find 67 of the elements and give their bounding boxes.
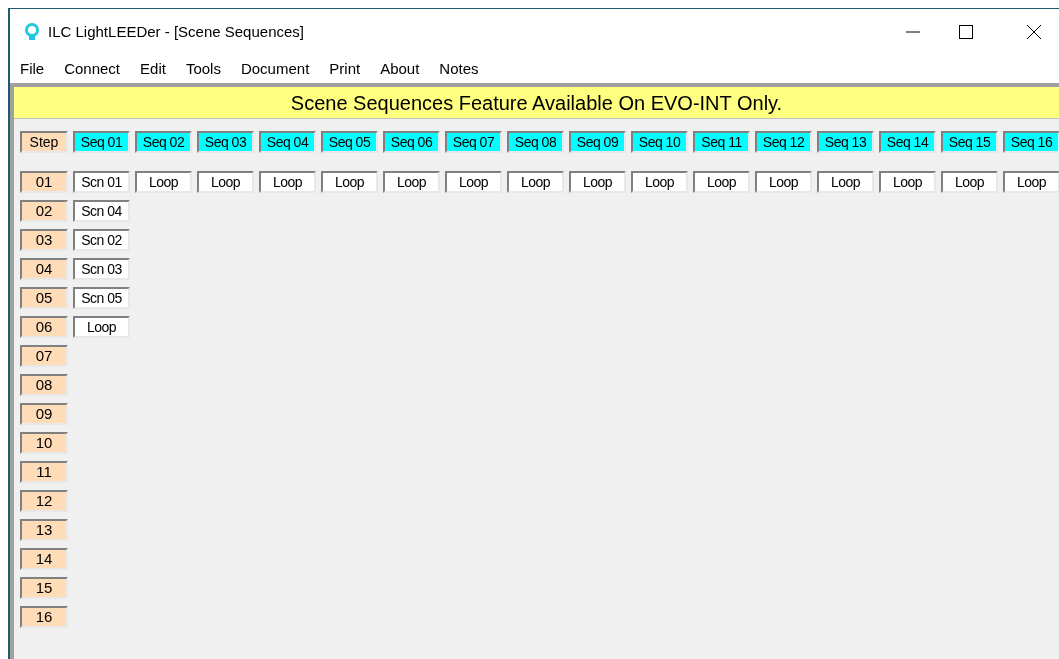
banner: Scene Sequences Feature Available On EVO-INT Only. [14,87,1059,119]
sequence-header[interactable]: Seq 01 [73,131,130,153]
maximize-icon[interactable] [959,25,973,39]
sequence-header[interactable]: Seq 05 [321,131,378,153]
sequence-header[interactable]: Seq 13 [817,131,874,153]
step-number: 13 [20,519,68,541]
sequence-header[interactable]: Seq 08 [507,131,564,153]
menu-item[interactable]: Connect [64,57,121,81]
sequence-field[interactable]: Loop [755,171,812,193]
sequence-field[interactable]: Loop [631,171,688,193]
step-header: Step [20,131,68,153]
sequence-field[interactable]: Loop [383,171,440,193]
menu-item[interactable]: Print [329,57,361,81]
sequence-header[interactable]: Seq 09 [569,131,626,153]
step-number: 03 [20,229,68,251]
sequence-header[interactable]: Seq 10 [631,131,688,153]
sequence-field[interactable]: Loop [817,171,874,193]
sequence-header[interactable]: Seq 14 [879,131,936,153]
sequence-header[interactable]: Seq 12 [755,131,812,153]
step-number: 04 [20,258,68,280]
step-number: 10 [20,432,68,454]
sequence-field[interactable]: Loop [693,171,750,193]
sequence-header[interactable]: Seq 16 [1003,131,1059,153]
sequence-field[interactable]: Loop [1003,171,1059,193]
sequence-header[interactable]: Seq 02 [135,131,192,153]
menu-item[interactable]: Document [240,57,310,81]
menu-item[interactable]: Edit [140,57,166,81]
sequence-field[interactable]: Loop [569,171,626,193]
sequence-header[interactable]: Seq 07 [445,131,502,153]
menu-item[interactable]: Notes [439,57,479,81]
sequence-field[interactable]: Scn 05 [73,287,130,309]
close-icon[interactable] [1027,25,1041,39]
step-number: 14 [20,548,68,570]
step-number: 06 [20,316,68,338]
step-number: 07 [20,345,68,367]
menu-item[interactable]: Tools [185,57,221,81]
sequence-field[interactable]: Loop [941,171,998,193]
menu-item[interactable]: About [380,57,420,81]
sequence-field[interactable]: Loop [259,171,316,193]
sequence-header[interactable]: Seq 11 [693,131,750,153]
sequence-field[interactable]: Loop [197,171,254,193]
sequence-field[interactable]: Loop [321,171,378,193]
sequence-field[interactable]: Scn 04 [73,200,130,222]
sequence-field[interactable]: Scn 03 [73,258,130,280]
sequence-field[interactable]: Loop [445,171,502,193]
step-number: 12 [20,490,68,512]
sequence-field[interactable]: Loop [507,171,564,193]
step-number: 16 [20,606,68,628]
step-number: 11 [20,461,68,483]
step-number: 09 [20,403,68,425]
step-number: 15 [20,577,68,599]
step-number: 01 [20,171,68,193]
sequence-field[interactable]: Loop [879,171,936,193]
sequence-header[interactable]: Seq 06 [383,131,440,153]
sequence-header[interactable]: Seq 03 [197,131,254,153]
sequence-field[interactable]: Loop [135,171,192,193]
sequence-field[interactable]: Scn 01 [73,171,130,193]
step-number: 02 [20,200,68,222]
sequence-header[interactable]: Seq 15 [941,131,998,153]
step-number: 08 [20,374,68,396]
bulb-icon [24,23,40,41]
sequence-header[interactable]: Seq 04 [259,131,316,153]
sequence-field[interactable]: Loop [73,316,130,338]
menu-item[interactable]: File [20,57,45,81]
step-number: 05 [20,287,68,309]
sequence-field[interactable]: Scn 02 [73,229,130,251]
window-title: ILC LightLEEDer - [Scene Sequences] [48,21,304,42]
